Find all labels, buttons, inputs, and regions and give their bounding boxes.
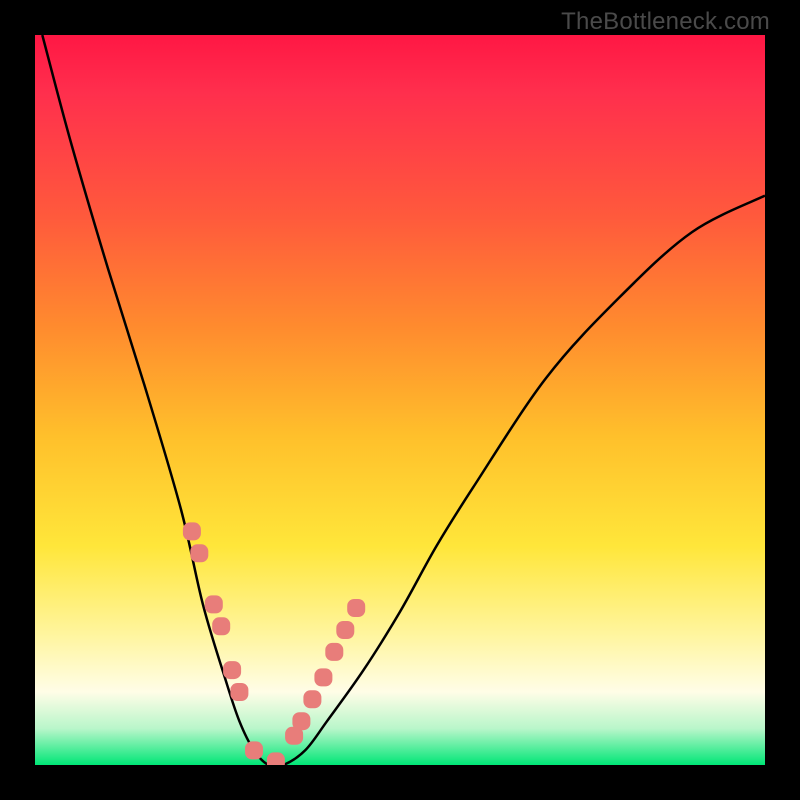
marker-dot — [347, 599, 365, 617]
marker-dot — [285, 727, 303, 745]
marker-dot — [245, 741, 263, 759]
marker-dot — [212, 617, 230, 635]
marker-group — [183, 522, 365, 765]
marker-dot — [230, 683, 248, 701]
marker-dot — [292, 712, 310, 730]
marker-dot — [314, 668, 332, 686]
marker-dot — [223, 661, 241, 679]
marker-dot — [183, 522, 201, 540]
marker-dot — [190, 544, 208, 562]
chart-frame: TheBottleneck.com — [0, 0, 800, 800]
marker-dot — [325, 643, 343, 661]
watermark-text: TheBottleneck.com — [561, 8, 770, 36]
marker-dot — [303, 690, 321, 708]
marker-dot — [336, 621, 354, 639]
marker-dot — [267, 752, 285, 765]
curve-svg — [35, 35, 765, 765]
plot-area — [35, 35, 765, 765]
marker-dot — [205, 595, 223, 613]
bottleneck-curve — [42, 35, 765, 765]
